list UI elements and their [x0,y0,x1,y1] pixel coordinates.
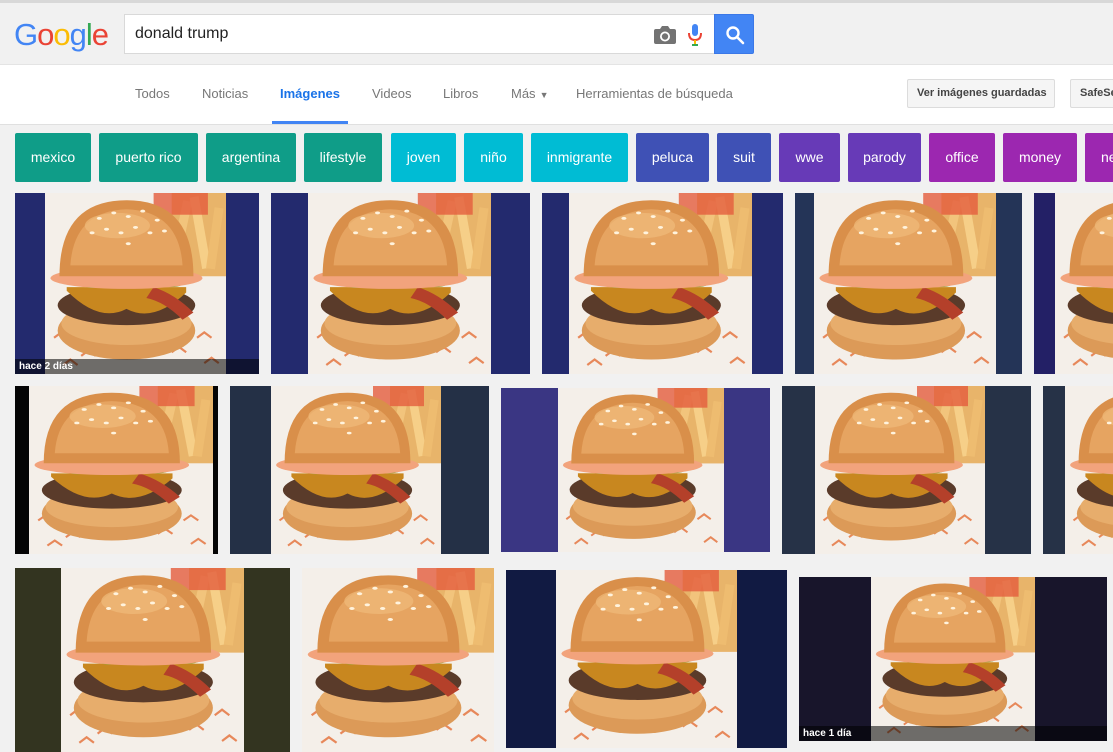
burger-photo [302,568,494,752]
image-result[interactable] [302,568,494,752]
burger-photo [556,570,737,748]
chip-label: niño [480,149,507,165]
tab-label: Videos [372,86,412,101]
tab-noticias[interactable]: Noticias [202,65,248,124]
chip[interactable]: office [929,133,995,182]
burger-photo [871,577,1035,741]
tab-mas[interactable]: Más ▼ [511,65,548,124]
burger-photo [815,386,985,554]
image-result[interactable] [15,386,218,554]
time-badge: hace 1 día [799,726,1107,741]
burger-photo [1065,386,1113,554]
chip[interactable]: inmigrante [531,133,628,182]
chip-label: lifestyle [319,149,367,165]
burger-photo [558,388,724,552]
chip-label: wwe [795,149,824,165]
logo-letter: e [91,17,109,52]
burger-photo [814,193,996,374]
chip[interactable]: lifestyle [304,133,382,182]
image-result[interactable] [271,193,530,374]
tab-label: Noticias [202,86,249,101]
image-result[interactable] [795,193,1022,374]
chip-label: money [1018,149,1062,165]
chip[interactable]: mexico [15,133,91,182]
logo-letter: G [14,17,38,52]
chip[interactable]: puerto rico [99,133,198,182]
chip-label: mexico [30,149,76,165]
related-search-chips: mexico puerto rico argentina lifestyle j… [0,125,1113,190]
camera-icon[interactable] [653,25,677,45]
google-logo[interactable]: Google [14,17,109,52]
chip-label: inmigrante [546,149,613,165]
chip[interactable]: parody [848,133,921,182]
image-result[interactable]: hace 1 día [799,577,1107,741]
chip-label: ne [1101,149,1113,165]
image-result[interactable] [542,193,783,374]
chip[interactable]: ne [1085,133,1113,182]
tab-label: Más [511,86,536,101]
chip-label: argentina [221,149,281,165]
search-button[interactable] [714,14,754,54]
chip-label: puerto rico [115,149,182,165]
image-result[interactable] [782,386,1031,554]
tab-todos[interactable]: Todos [135,65,170,124]
logo-letter: o [37,17,54,52]
caret-down-icon: ▼ [539,89,549,100]
chip[interactable]: joven [391,133,456,182]
tab-label: Imágenes [280,86,340,101]
time-badge: hace 2 días [15,359,259,374]
logo-letter: o [53,17,70,52]
chip-label: suit [733,149,755,165]
chip[interactable]: money [1003,133,1077,182]
tab-imagenes[interactable]: Imágenes [272,65,348,124]
chip-label: parody [863,149,906,165]
image-result[interactable] [230,386,489,554]
logo-letter: g [69,17,87,52]
image-result[interactable] [1034,193,1113,374]
saved-images-button[interactable]: Ver imágenes guardadas [907,79,1055,108]
search-tabs-bar: Todos Noticias Imágenes Videos Libros Má… [0,65,1113,125]
image-result[interactable] [1043,386,1113,554]
tab-herramientas[interactable]: Herramientas de búsqueda [576,65,733,124]
chip-label: office [945,149,979,165]
chip-label: joven [406,149,441,165]
burger-photo [45,193,226,374]
tab-label: Todos [135,86,170,101]
image-result[interactable] [15,568,290,752]
image-result[interactable]: hace 2 días [15,193,259,374]
search-input[interactable] [135,23,635,45]
image-result[interactable] [501,388,770,552]
chip[interactable]: suit [717,133,771,182]
tab-libros[interactable]: Libros [443,65,478,124]
tab-videos[interactable]: Videos [372,65,412,124]
burger-photo [271,386,441,554]
chip[interactable]: argentina [206,133,296,182]
chip-label: peluca [651,149,694,165]
microphone-icon[interactable] [687,23,703,47]
search-header: Google [0,0,1113,65]
burger-photo [308,193,491,374]
burger-photo [569,193,752,374]
chip[interactable]: niño [464,133,523,182]
burger-photo [29,386,213,554]
search-box [124,14,714,54]
tab-label: Libros [443,86,479,101]
image-result[interactable] [506,570,787,748]
chip[interactable]: peluca [636,133,709,182]
safesearch-button[interactable]: SafeSe [1070,79,1113,108]
chip[interactable]: wwe [779,133,840,182]
tab-label: Herramientas de búsqueda [576,86,733,101]
burger-photo [1055,193,1113,374]
burger-photo [61,568,244,752]
